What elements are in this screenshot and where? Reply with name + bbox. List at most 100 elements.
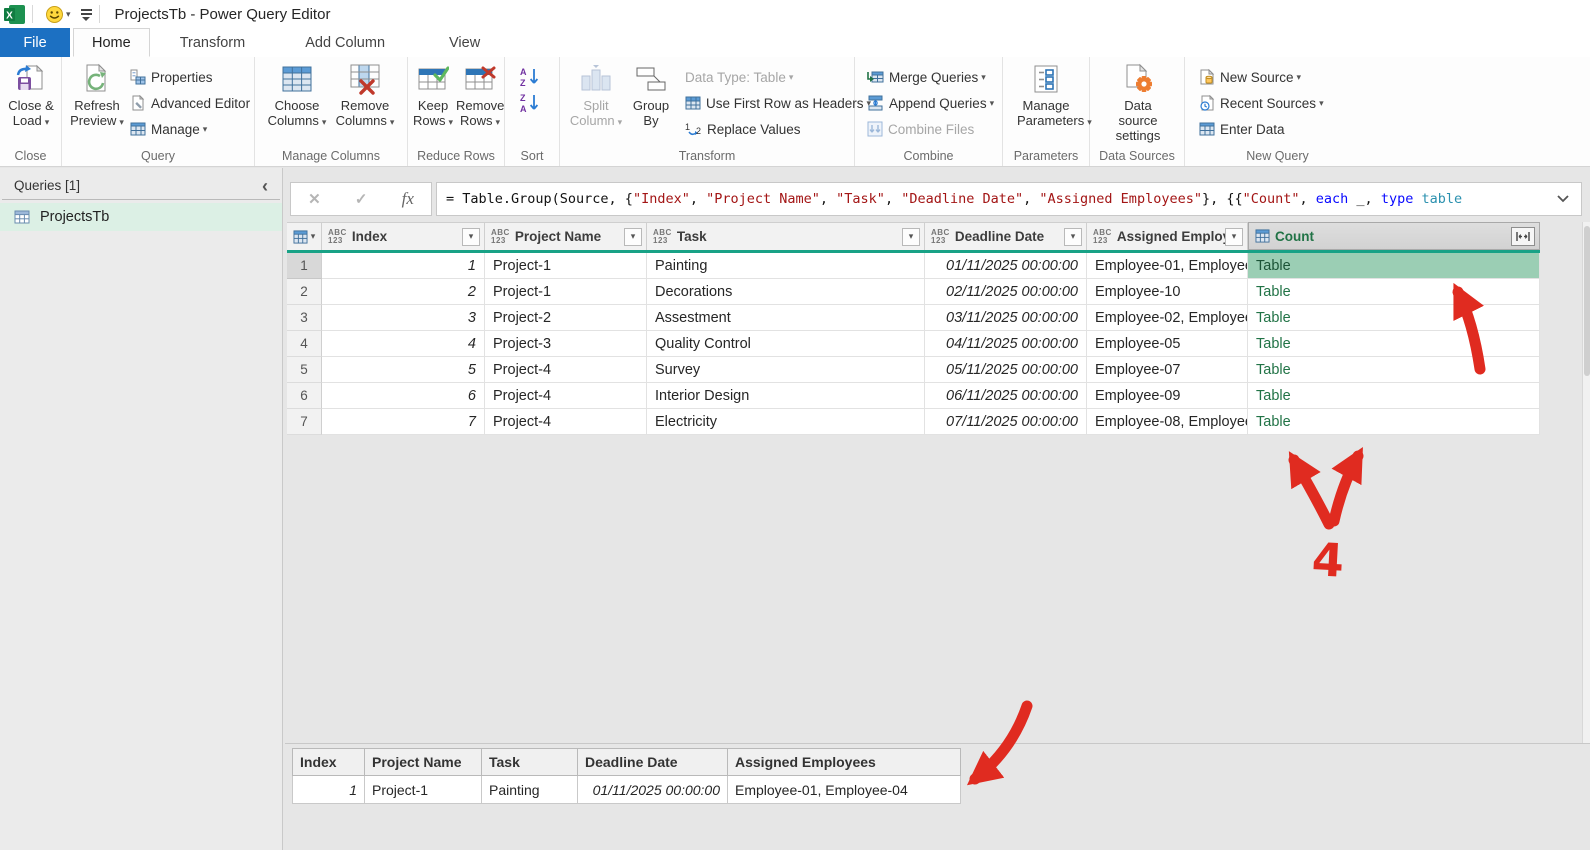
nested-table-link[interactable]: Table	[1248, 357, 1540, 383]
grid-cell[interactable]: Employee-10	[1087, 279, 1248, 305]
quick-access-toolbar-customize-icon[interactable]	[80, 8, 92, 21]
filter-dropdown-button[interactable]: ▾	[902, 227, 920, 246]
grid-cell[interactable]: 6	[322, 383, 485, 409]
row-number-cell[interactable]: 2	[287, 279, 322, 305]
row-number-cell[interactable]: 4	[287, 331, 322, 357]
filter-dropdown-button[interactable]: ▾	[462, 227, 480, 246]
nested-table-link[interactable]: Table	[1248, 383, 1540, 409]
filter-dropdown-button[interactable]: ▾	[624, 227, 642, 246]
grid-cell[interactable]: 3	[322, 305, 485, 331]
grid-cell[interactable]: Project-4	[485, 383, 647, 409]
grid-cell[interactable]: Employee-09	[1087, 383, 1248, 409]
grid-cell[interactable]: Assestment	[647, 305, 925, 331]
nested-table-link[interactable]: Table	[1248, 409, 1540, 435]
choose-columns-button[interactable]: Choose Columns ▾	[265, 63, 329, 130]
recent-sources-button[interactable]: Recent Sources ▾	[1199, 90, 1324, 116]
grid-cell[interactable]: Employee-02, Employee-03	[1087, 305, 1248, 331]
column-header-count[interactable]: Count	[1248, 222, 1540, 250]
tab-home[interactable]: Home	[73, 28, 150, 57]
split-column-button[interactable]: Split Column ▾	[568, 63, 624, 130]
grid-cell[interactable]: 02/11/2025 00:00:00	[925, 279, 1087, 305]
manage-parameters-button[interactable]: Manage Parameters ▾	[1017, 63, 1092, 130]
manage-button[interactable]: Manage ▾	[130, 116, 250, 142]
close-and-load-button[interactable]: Close & Load ▾	[2, 63, 60, 130]
grid-cell[interactable]: Decorations	[647, 279, 925, 305]
sort-ascending-button[interactable]: A Z	[519, 64, 546, 90]
grid-cell[interactable]: Project-3	[485, 331, 647, 357]
column-header-assigned-employees[interactable]: ABC123 Assigned Employees ▾	[1087, 222, 1248, 250]
grid-cell[interactable]: Project-1	[485, 253, 647, 279]
grid-cell[interactable]: Employee-07	[1087, 357, 1248, 383]
formula-expand-chevron-icon[interactable]	[1557, 195, 1569, 203]
vertical-scrollbar[interactable]	[1582, 222, 1590, 743]
column-header-project-name[interactable]: ABC 123 Project Name ▾	[485, 222, 647, 250]
properties-button[interactable]: Properties	[130, 64, 250, 90]
remove-columns-button[interactable]: Remove Columns ▾	[333, 63, 397, 130]
collapse-panel-icon[interactable]: ‹	[262, 177, 268, 195]
tab-add-column[interactable]: Add Column	[287, 28, 403, 57]
grid-cell[interactable]: 4	[322, 331, 485, 357]
grid-cell[interactable]: Project-1	[485, 279, 647, 305]
row-number-cell[interactable]: 6	[287, 383, 322, 409]
grid-cell[interactable]: 07/11/2025 00:00:00	[925, 409, 1087, 435]
query-item-projectstb[interactable]: ProjectsTb	[0, 203, 282, 231]
combine-files-button[interactable]: Combine Files	[867, 116, 994, 142]
grid-cell[interactable]: Painting	[647, 253, 925, 279]
filter-dropdown-button[interactable]: ▾	[1064, 227, 1082, 246]
pane-splitter[interactable]	[285, 743, 1590, 744]
grid-cell[interactable]: Project-4	[485, 357, 647, 383]
nested-table-link[interactable]: Table	[1248, 305, 1540, 331]
grid-cell[interactable]: 5	[322, 357, 485, 383]
tab-transform[interactable]: Transform	[162, 28, 264, 57]
tab-view[interactable]: View	[431, 28, 498, 57]
grid-cell[interactable]: Quality Control	[647, 331, 925, 357]
data-type-dropdown[interactable]: Data Type: Table ▾	[685, 64, 871, 90]
row-number-cell[interactable]: 5	[287, 357, 322, 383]
expand-column-button[interactable]	[1511, 226, 1535, 246]
row-number-cell[interactable]: 7	[287, 409, 322, 435]
sort-descending-button[interactable]: Z A	[519, 90, 546, 116]
grid-cell[interactable]: 04/11/2025 00:00:00	[925, 331, 1087, 357]
advanced-editor-button[interactable]: Advanced Editor	[130, 90, 250, 116]
keep-rows-button[interactable]: Keep Rows ▾	[410, 63, 456, 130]
grid-cell[interactable]: 1	[322, 253, 485, 279]
nested-table-link[interactable]: Table	[1248, 253, 1540, 279]
replace-values-button[interactable]: 1 2 Replace Values	[685, 116, 871, 142]
formula-input[interactable]: = Table.Group(Source, {"Index", "Project…	[436, 182, 1582, 216]
grid-cell[interactable]: Project-4	[485, 409, 647, 435]
merge-queries-button[interactable]: Merge Queries ▾	[867, 64, 994, 90]
grid-select-all-corner[interactable]: ▾	[287, 222, 322, 250]
group-by-button[interactable]: Group By	[626, 63, 676, 128]
filter-dropdown-button[interactable]: ▾	[1225, 227, 1243, 246]
grid-cell[interactable]: 01/11/2025 00:00:00	[925, 253, 1087, 279]
smiley-dropdown-caret-icon[interactable]: ▾	[66, 9, 71, 20]
feedback-smiley-icon[interactable]	[46, 5, 63, 23]
use-first-row-as-headers-button[interactable]: Use First Row as Headers ▾	[685, 90, 871, 116]
column-header-deadline-date[interactable]: ABC 123 Deadline Date ▾	[925, 222, 1087, 250]
column-header-index[interactable]: ABC 123 Index ▾	[322, 222, 485, 250]
nested-table-link[interactable]: Table	[1248, 279, 1540, 305]
grid-cell[interactable]: Interior Design	[647, 383, 925, 409]
grid-cell[interactable]: 2	[322, 279, 485, 305]
grid-cell[interactable]: 06/11/2025 00:00:00	[925, 383, 1087, 409]
nested-table-link[interactable]: Table	[1248, 331, 1540, 357]
enter-data-button[interactable]: Enter Data	[1199, 116, 1324, 142]
append-queries-button[interactable]: Append Queries ▾	[867, 90, 994, 116]
grid-cell[interactable]: Survey	[647, 357, 925, 383]
scrollbar-thumb[interactable]	[1584, 226, 1590, 376]
grid-cell[interactable]: Employee-01, Employee-04	[1087, 253, 1248, 279]
new-source-button[interactable]: New Source ▾	[1199, 64, 1324, 90]
row-number-cell[interactable]: 1	[287, 253, 322, 279]
remove-rows-button[interactable]: Remove Rows ▾	[456, 63, 504, 130]
data-source-settings-button[interactable]: Data source settings	[1104, 63, 1172, 143]
column-header-task[interactable]: ABC 123 Task ▾	[647, 222, 925, 250]
formula-cancel-icon[interactable]: ✕	[308, 190, 321, 208]
refresh-preview-button[interactable]: Refresh Preview ▾	[68, 63, 126, 130]
grid-cell[interactable]: Employee-05	[1087, 331, 1248, 357]
tab-file[interactable]: File	[0, 28, 70, 57]
grid-cell[interactable]: 7	[322, 409, 485, 435]
formula-accept-icon[interactable]: ✓	[355, 190, 368, 208]
grid-cell[interactable]: Electricity	[647, 409, 925, 435]
grid-cell[interactable]: 03/11/2025 00:00:00	[925, 305, 1087, 331]
grid-cell[interactable]: Project-2	[485, 305, 647, 331]
